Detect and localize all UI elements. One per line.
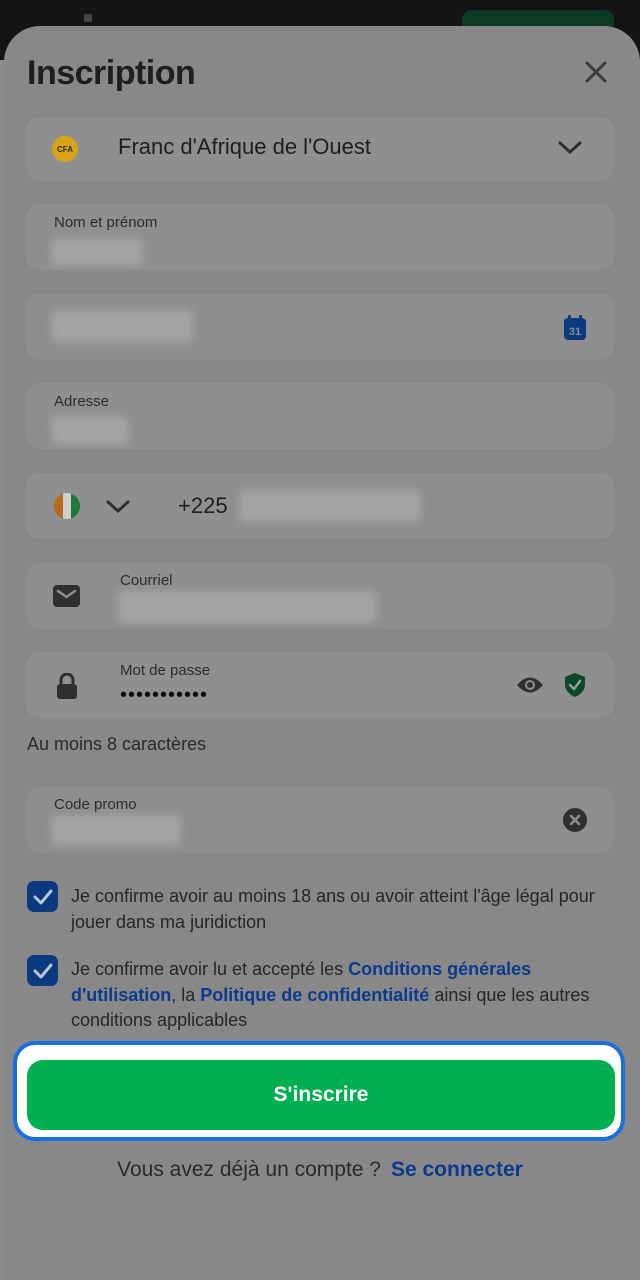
address-value-blurred — [52, 416, 128, 444]
email-value-blurred — [118, 591, 376, 623]
login-link[interactable]: Se connecter — [391, 1158, 523, 1181]
age-confirm-text: Je confirme avoir au moins 18 ans ou avo… — [71, 886, 595, 932]
login-prompt: Vous avez déjà un compte ? Se connecter — [0, 1158, 640, 1182]
chevron-down-icon[interactable] — [104, 497, 132, 517]
terms-middle: , la — [171, 984, 201, 1005]
currency-badge-icon: CFA — [52, 136, 78, 162]
shield-check-icon — [563, 671, 587, 699]
age-confirm-checkbox[interactable] — [27, 881, 58, 912]
currency-value: Franc d'Afrique de l'Ouest — [118, 134, 371, 159]
flag-icon[interactable] — [54, 493, 80, 519]
phone-country-code: +225 — [178, 493, 228, 518]
promo-code-label: Code promo — [54, 796, 137, 813]
promo-code-value-blurred — [52, 815, 180, 845]
envelope-icon — [53, 584, 80, 608]
privacy-link[interactable]: Politique de confidentialité — [200, 985, 429, 1005]
checkmark-icon — [33, 963, 52, 978]
name-label: Nom et prénom — [54, 214, 158, 231]
email-label: Courriel — [120, 572, 173, 589]
calendar-day: 31 — [569, 326, 581, 338]
submit-button[interactable]: S'inscrire — [27, 1060, 615, 1130]
birthdate-value-blurred — [52, 310, 192, 342]
login-question: Vous avez déjà un compte ? — [117, 1158, 381, 1181]
terms-prefix: Je confirme avoir lu et accepté les — [71, 959, 349, 979]
close-icon[interactable] — [578, 54, 614, 90]
eye-icon[interactable] — [516, 674, 544, 696]
chevron-down-icon[interactable] — [556, 136, 584, 160]
password-label: Mot de passe — [120, 662, 211, 679]
terms-confirm-text: Je confirme avoir lu et accepté les Cond… — [71, 957, 601, 1034]
name-value-blurred — [52, 238, 142, 266]
page-title: Inscription — [27, 54, 196, 92]
lock-icon — [55, 672, 79, 700]
address-label: Adresse — [54, 393, 110, 410]
clear-icon[interactable] — [562, 807, 588, 833]
terms-confirm-checkbox[interactable] — [27, 955, 58, 986]
password-value: ••••••••••• — [120, 684, 209, 706]
password-hint: Au moins 8 caractères — [27, 734, 207, 754]
phone-value-blurred — [240, 490, 420, 522]
checkmark-icon — [33, 889, 52, 904]
background-icon — [84, 14, 92, 22]
calendar-icon[interactable]: 31 — [563, 315, 587, 341]
